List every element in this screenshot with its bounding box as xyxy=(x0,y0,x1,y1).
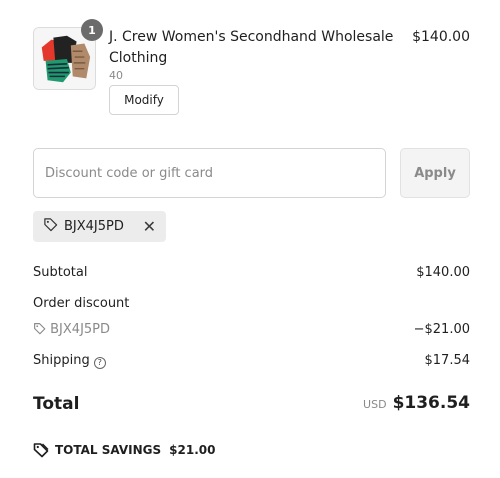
total-savings: TOTAL SAVINGS $21.00 xyxy=(33,442,215,458)
discount-code-row: BJX4J5PD −$21.00 xyxy=(33,322,470,339)
savings-tag-icon xyxy=(33,442,49,458)
product-variant: 40 xyxy=(109,69,123,82)
shipping-row: Shipping? $17.54 xyxy=(33,353,470,369)
total-label: Total xyxy=(33,394,80,414)
subtotal-label: Subtotal xyxy=(33,265,88,280)
savings-value: $21.00 xyxy=(169,443,216,457)
quantity-badge: 1 xyxy=(81,19,103,41)
discount-code-input[interactable] xyxy=(33,148,386,198)
discount-code-label: BJX4J5PD xyxy=(50,322,111,337)
shipping-label: Shipping xyxy=(33,353,90,368)
shipping-value: $17.54 xyxy=(424,353,471,368)
order-discount-row: Order discount xyxy=(33,296,470,311)
total-value: $136.54 xyxy=(392,393,470,413)
product-title: J. Crew Women's Secondhand Wholesale Clo… xyxy=(109,29,394,66)
discount-tag-icon xyxy=(33,322,46,339)
applied-discount-code: BJX4J5PD xyxy=(64,219,124,234)
help-icon[interactable]: ? xyxy=(93,356,106,369)
product-price: $140.00 xyxy=(412,29,470,45)
applied-discount-chip: BJX4J5PD ✕ xyxy=(33,211,166,242)
apply-button[interactable]: Apply xyxy=(400,148,470,198)
order-discount-label: Order discount xyxy=(33,296,130,311)
discount-value: −$21.00 xyxy=(413,322,470,337)
tag-icon xyxy=(43,217,58,236)
modify-button[interactable]: Modify xyxy=(109,85,179,115)
subtotal-row: Subtotal $140.00 xyxy=(33,265,470,280)
currency-code: USD xyxy=(363,398,387,411)
remove-discount-icon[interactable]: ✕ xyxy=(143,218,156,235)
savings-label: TOTAL SAVINGS xyxy=(55,443,162,457)
subtotal-value: $140.00 xyxy=(416,265,470,280)
line-item: 1 J. Crew Women's Secondhand Wholesale C… xyxy=(33,19,470,116)
total-amount: USD $136.54 xyxy=(363,393,470,413)
